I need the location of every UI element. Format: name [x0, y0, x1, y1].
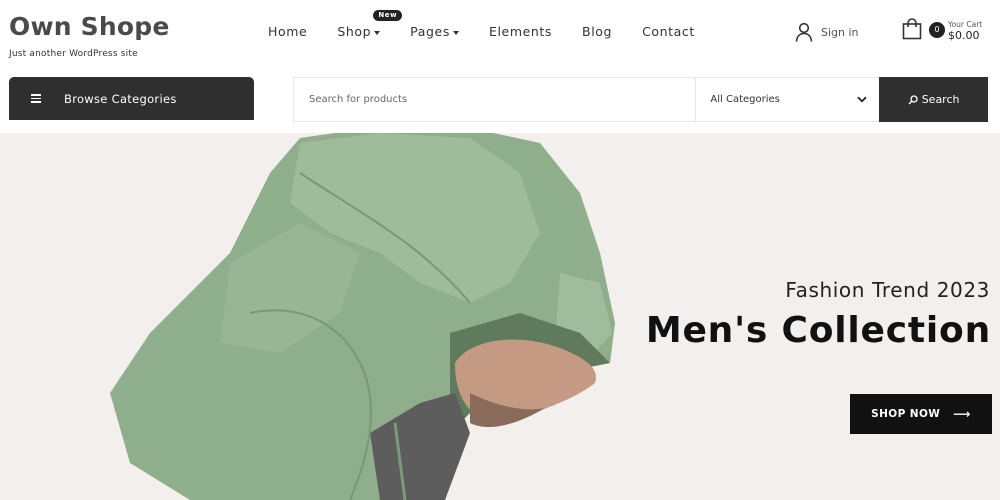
- nav-elements[interactable]: Elements: [489, 24, 552, 39]
- hero-banner: Fashion Trend 2023 Men's Collection SHOP…: [0, 133, 1000, 500]
- nav-shop-label: Shop: [337, 24, 372, 39]
- caret-down-icon: [452, 30, 459, 35]
- search-input[interactable]: [294, 78, 696, 121]
- signin-label: Sign in: [821, 25, 859, 39]
- hero-image-man-in-hoodie: [110, 133, 615, 500]
- hero-subtitle: Fashion Trend 2023: [785, 278, 990, 302]
- site-tagline: Just another WordPress site: [9, 49, 138, 59]
- hero-title: Men's Collection: [645, 310, 991, 351]
- user-icon: [795, 22, 813, 42]
- browse-categories-label: Browse Categories: [64, 91, 177, 106]
- site-logo[interactable]: Own Shope Just another WordPress site: [9, 12, 169, 59]
- search-button[interactable]: Search: [879, 77, 988, 122]
- nav-shop[interactable]: New Shop: [337, 10, 403, 39]
- shopping-bag-icon: [902, 18, 922, 40]
- nav-home[interactable]: Home: [268, 24, 307, 39]
- signin-link[interactable]: Sign in: [795, 22, 859, 42]
- cart-label: Your Cart: [948, 20, 983, 29]
- chevron-down-icon: [857, 96, 867, 103]
- nav-elements-label: Elements: [488, 24, 553, 39]
- browse-categories-button[interactable]: Browse Categories: [9, 77, 254, 120]
- cart-count-badge: 0: [929, 22, 945, 38]
- category-select[interactable]: All Categories: [695, 78, 879, 121]
- main-nav: Home New Shop Pages Elements Blog Contac…: [268, 10, 725, 39]
- shop-now-button[interactable]: SHOP NOW ⟶: [850, 394, 992, 434]
- search-bar: All Categories Search: [293, 77, 988, 122]
- cart-link[interactable]: 0 Your Cart $0.00: [902, 18, 982, 42]
- site-title[interactable]: Own Shope: [9, 12, 169, 42]
- nav-contact-label: Contact: [642, 24, 695, 39]
- nav-blog[interactable]: Blog: [582, 24, 612, 39]
- nav-home-label: Home: [268, 24, 308, 39]
- hamburger-icon: [31, 92, 41, 105]
- category-select-value: All Categories: [710, 94, 780, 105]
- cart-total: $0.00: [948, 29, 980, 42]
- shop-now-label: SHOP NOW: [871, 408, 941, 420]
- arrow-right-icon: ⟶: [953, 407, 971, 421]
- caret-down-icon: [374, 30, 381, 35]
- nav-contact[interactable]: Contact: [642, 24, 695, 39]
- search-button-label: Search: [921, 93, 960, 106]
- nav-pages-label: Pages: [410, 24, 450, 39]
- new-badge: New: [373, 10, 403, 21]
- search-icon: [908, 94, 918, 104]
- nav-pages[interactable]: Pages: [410, 24, 459, 39]
- nav-blog-label: Blog: [582, 24, 613, 39]
